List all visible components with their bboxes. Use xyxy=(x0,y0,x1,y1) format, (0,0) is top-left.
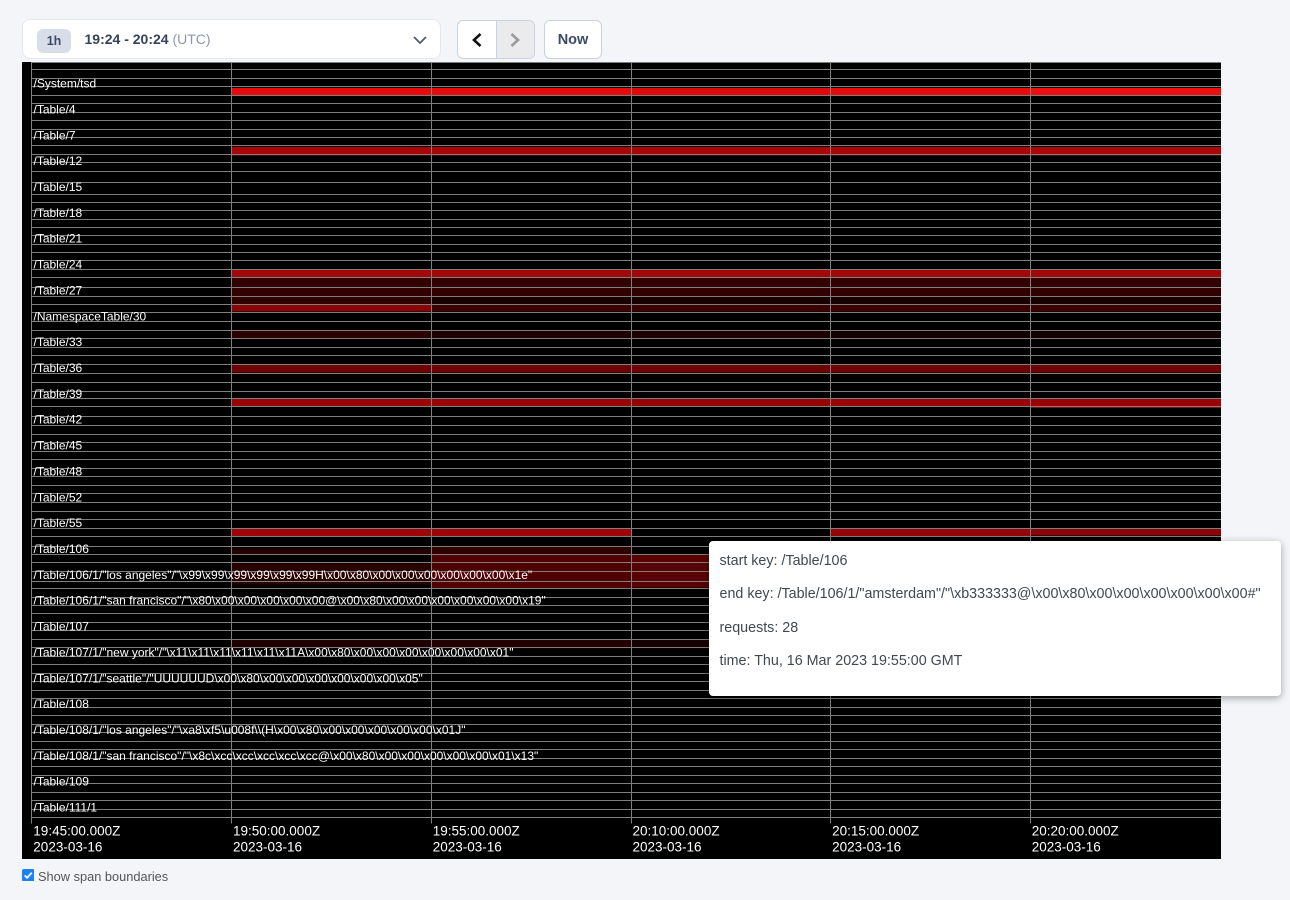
svg-text:/Table/106/1/"los angeles"/"\x: /Table/106/1/"los angeles"/"\x99\x99\x99… xyxy=(34,568,533,582)
svg-text:20:10:00.000Z: 20:10:00.000Z xyxy=(633,824,720,839)
svg-text:/Table/24: /Table/24 xyxy=(34,258,83,272)
svg-text:2023-03-16: 2023-03-16 xyxy=(832,840,901,855)
svg-text:2023-03-16: 2023-03-16 xyxy=(1032,840,1101,855)
svg-text:2023-03-16: 2023-03-16 xyxy=(633,840,702,855)
svg-text:/Table/21: /Table/21 xyxy=(34,232,83,246)
svg-text:/Table/36: /Table/36 xyxy=(34,361,83,375)
svg-text:/Table/111/1: /Table/111/1 xyxy=(34,801,98,815)
svg-text:/Table/107/1/"new york"/"\x11\: /Table/107/1/"new york"/"\x11\x11\x11\x1… xyxy=(34,645,514,659)
svg-text:/Table/4: /Table/4 xyxy=(34,102,76,116)
svg-text:20:15:00.000Z: 20:15:00.000Z xyxy=(832,824,919,839)
svg-text:/Table/106: /Table/106 xyxy=(34,542,90,556)
svg-text:/Table/107/1/"seattle"/"UUUUUU: /Table/107/1/"seattle"/"UUUUUUD\x00\x80\… xyxy=(34,671,423,685)
svg-text:/Table/52: /Table/52 xyxy=(34,490,83,504)
svg-text:2023-03-16: 2023-03-16 xyxy=(433,840,502,855)
svg-text:/Table/106/1/"san francisco"/": /Table/106/1/"san francisco"/"\x80\x00\x… xyxy=(34,594,546,608)
svg-text:/Table/108/1/"los angeles"/"\x: /Table/108/1/"los angeles"/"\xa8\xf5\u00… xyxy=(34,723,466,737)
svg-text:/Table/108/1/"san francisco"/": /Table/108/1/"san francisco"/"\x8c\xcc\x… xyxy=(34,749,539,763)
svg-text:2023-03-16: 2023-03-16 xyxy=(33,840,102,855)
svg-text:19:45:00.000Z: 19:45:00.000Z xyxy=(33,824,120,839)
svg-text:/Table/7: /Table/7 xyxy=(34,128,76,142)
svg-text:/Table/33: /Table/33 xyxy=(34,335,83,349)
svg-text:/Table/18: /Table/18 xyxy=(34,206,83,220)
svg-text:/Table/107: /Table/107 xyxy=(34,620,90,634)
svg-text:/System/tsd: /System/tsd xyxy=(34,77,97,91)
svg-text:/Table/27: /Table/27 xyxy=(34,283,83,297)
svg-text:/Table/42: /Table/42 xyxy=(34,413,83,427)
svg-text:/Table/48: /Table/48 xyxy=(34,464,83,478)
svg-text:/Table/108: /Table/108 xyxy=(34,697,90,711)
svg-text:19:55:00.000Z: 19:55:00.000Z xyxy=(433,824,520,839)
svg-text:/Table/45: /Table/45 xyxy=(34,439,83,453)
svg-text:/Table/109: /Table/109 xyxy=(34,775,90,789)
svg-text:19:50:00.000Z: 19:50:00.000Z xyxy=(233,824,320,839)
svg-text:/NamespaceTable/30: /NamespaceTable/30 xyxy=(34,309,147,323)
svg-text:/Table/15: /Table/15 xyxy=(34,180,83,194)
svg-text:/Table/39: /Table/39 xyxy=(34,387,83,401)
svg-text:/Table/55: /Table/55 xyxy=(34,516,83,530)
svg-text:2023-03-16: 2023-03-16 xyxy=(233,840,302,855)
svg-text:/Table/12: /Table/12 xyxy=(34,154,83,168)
svg-text:20:20:00.000Z: 20:20:00.000Z xyxy=(1032,824,1119,839)
